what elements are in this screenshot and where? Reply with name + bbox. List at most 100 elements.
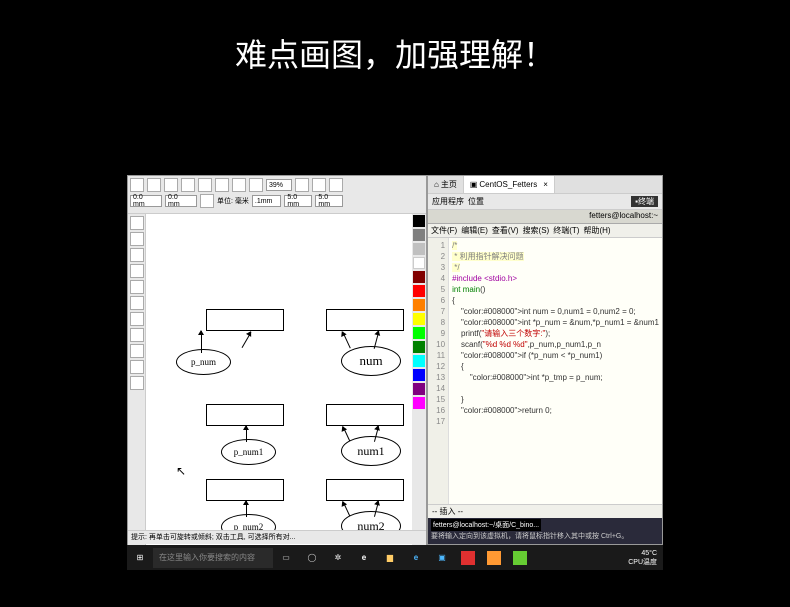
rect-pnum[interactable] [206,309,284,331]
vm-icon: ▣ [470,180,478,189]
ellipse-num[interactable]: num [341,346,401,376]
polygon-tool-icon[interactable] [130,328,144,342]
app-explorer[interactable]: ▆ [377,545,403,570]
arrow [343,502,351,517]
fill-tool-icon[interactable] [130,360,144,374]
cortana-button[interactable]: ◯ [299,545,325,570]
swatch-black[interactable] [413,215,425,227]
arrow [242,332,252,348]
color-palette[interactable] [412,214,426,546]
swatch-gray[interactable] [413,229,425,241]
swatch-silver[interactable] [413,243,425,255]
open-icon[interactable] [147,178,161,192]
edge-new-icon: e [409,551,423,565]
swatch-magenta[interactable] [413,397,425,409]
arrow [342,332,351,349]
crop-tool-icon[interactable] [130,248,144,262]
app-edge-old[interactable]: e [351,545,377,570]
ellipse-tool-icon[interactable] [130,312,144,326]
rect-num[interactable] [326,309,404,331]
arrow [246,426,247,442]
task-view-button[interactable]: ▭ [273,545,299,570]
y-pos-input[interactable]: 0.0 mm [165,195,197,207]
menu-edit[interactable]: 编辑(E) [461,225,488,236]
fan-icon: ✲ [331,551,345,565]
outline-tool-icon[interactable] [130,376,144,390]
zoom-out-icon[interactable] [312,178,326,192]
zoom-in-icon[interactable] [295,178,309,192]
swatch-blue[interactable] [413,369,425,381]
x-pos-input[interactable]: 0.0 mm [130,195,162,207]
rect-num1[interactable] [326,404,404,426]
lock-icon[interactable] [200,194,214,208]
start-button[interactable]: ⊞ [127,545,153,570]
swatch-green[interactable] [413,341,425,353]
cursor-icon: ↖ [176,464,186,478]
swatch-maroon[interactable] [413,271,425,283]
menu-applications[interactable]: 应用程序 [432,196,464,207]
swatch-lime[interactable] [413,327,425,339]
undo-icon[interactable] [249,178,263,192]
menu-help[interactable]: 帮助(H) [583,225,610,236]
print-icon[interactable] [181,178,195,192]
swatch-purple[interactable] [413,383,425,395]
tab-centos[interactable]: ▣CentOS_Fetters× [464,176,555,193]
nudge-input[interactable]: .1mm [252,195,282,207]
terminal-taskbar-icon[interactable]: ▪终端 [631,196,658,207]
cut-icon[interactable] [198,178,212,192]
ellipse-pnum1[interactable]: p_num1 [221,439,276,465]
notepad-icon [513,551,527,565]
code-source[interactable]: /* * 利用指针解决问题 */#include <stdio.h>int ma… [449,238,662,504]
copy-icon[interactable] [215,178,229,192]
app-red[interactable] [455,545,481,570]
line-gutter: 1234567891011121314151617 [428,238,449,504]
paste-icon[interactable] [232,178,246,192]
swatch-cyan[interactable] [413,355,425,367]
cpu-temp-value: 45°C [628,549,657,558]
menu-terminal[interactable]: 终端(T) [553,225,579,236]
shape-tool-icon[interactable] [130,232,144,246]
swatch-orange[interactable] [413,299,425,311]
app-fan[interactable]: ✲ [325,545,351,570]
unit-label: 单位: 毫米 [217,196,249,206]
corel-statusbar: 提示: 再单击可旋转或倾斜; 双击工具, 可选择所有对... [128,530,426,544]
save-icon[interactable] [164,178,178,192]
app-store[interactable]: ▣ [429,545,455,570]
zoom-tool-icon[interactable] [130,264,144,278]
system-tray[interactable]: 45°C CPU温度 [622,549,663,567]
search-input[interactable]: 在这里输入你要搜索的内容 [153,548,273,568]
vim-status: -- 插入 -- [428,504,662,518]
rect-num2[interactable] [326,479,404,501]
menu-location[interactable]: 位置 [468,196,484,207]
menu-file[interactable]: 文件(F) [431,225,457,236]
zoom-select[interactable]: 39% [266,179,292,191]
menu-search[interactable]: 搜索(S) [523,225,550,236]
new-icon[interactable] [130,178,144,192]
tab-home[interactable]: ⌂主页 [428,176,464,193]
swatch-yellow[interactable] [413,313,425,325]
swatch-red[interactable] [413,285,425,297]
margin-x-input[interactable]: 5.0 mm [284,195,312,207]
app-edge[interactable]: e [403,545,429,570]
app-notepad[interactable] [507,545,533,570]
store-icon: ▣ [435,551,449,565]
margin-y-input[interactable]: 5.0 mm [315,195,343,207]
cpu-temp-label: CPU温度 [628,558,657,567]
snap-icon[interactable] [329,178,343,192]
gnome-topbar: 应用程序 位置 ▪终端 [428,194,662,210]
swatch-white[interactable] [413,257,425,269]
terminal-menubar: 文件(F) 编辑(E) 查看(V) 搜索(S) 终端(T) 帮助(H) [428,224,662,238]
freehand-tool-icon[interactable] [130,280,144,294]
pick-tool-icon[interactable] [130,216,144,230]
close-icon[interactable]: × [543,180,548,189]
text-tool-icon[interactable] [130,344,144,358]
arrow [343,427,351,442]
coreldraw-window: 39% 0.0 mm 0.0 mm 单位: 毫米 .1mm 5.0 mm 5.0… [127,175,427,545]
tab-home-label: 主页 [441,179,457,190]
app-vmware[interactable] [481,545,507,570]
code-editor[interactable]: 1234567891011121314151617 /* * 利用指针解决问题 … [428,238,662,504]
ellipse-pnum[interactable]: p_num [176,349,231,375]
rectangle-tool-icon[interactable] [130,296,144,310]
menu-view[interactable]: 查看(V) [492,225,519,236]
canvas[interactable]: p_num num p_num1 num1 p_num2 num2 [146,214,426,546]
